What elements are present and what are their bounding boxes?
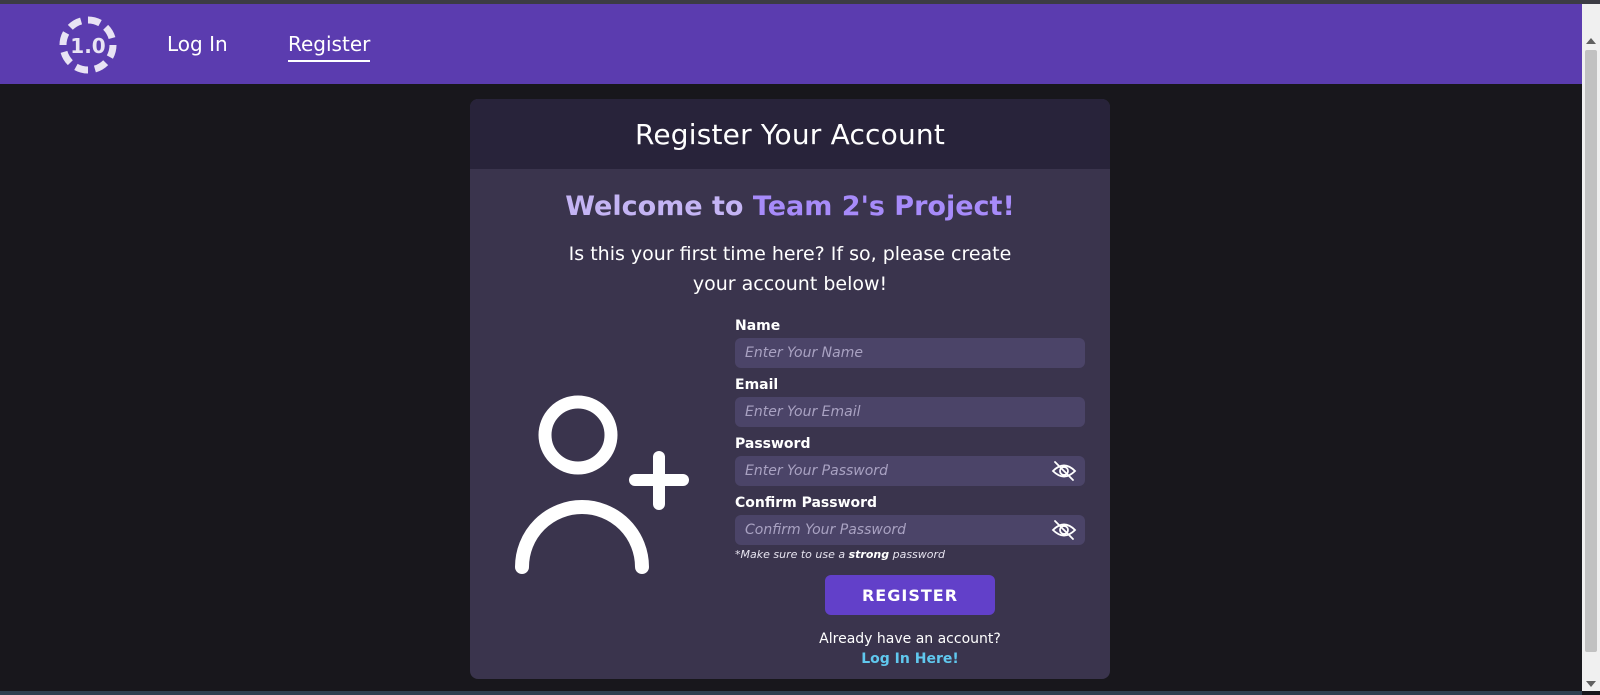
confirm-password-field-wrapper	[735, 515, 1085, 545]
hint-prefix: *Make sure to use a	[735, 548, 849, 561]
password-field-wrapper	[735, 456, 1085, 486]
hint-strong: strong	[848, 548, 890, 561]
confirm-password-input[interactable]	[735, 515, 1085, 545]
nav-link-register[interactable]: Register	[288, 32, 371, 62]
scroll-down-arrow-icon[interactable]	[1586, 681, 1596, 687]
register-card: Register Your Account Welcome to Team 2'…	[470, 99, 1110, 679]
welcome-prefix: Welcome to	[565, 191, 753, 222]
scroll-up-arrow-icon[interactable]	[1586, 38, 1596, 44]
email-field-wrapper	[735, 397, 1085, 427]
nav-link-login[interactable]: Log In	[167, 32, 228, 56]
eye-slash-icon[interactable]	[1051, 518, 1077, 542]
welcome-accent: Team 2's Project!	[752, 191, 1015, 222]
name-input[interactable]	[735, 338, 1085, 368]
password-hint: *Make sure to use a strong password	[735, 548, 1085, 561]
window-bottom-border	[0, 691, 1582, 695]
name-label: Name	[735, 318, 781, 334]
already-have-account-text: Already have an account?	[819, 631, 1001, 647]
welcome-heading: Welcome to Team 2's Project!	[470, 191, 1110, 222]
page-title: Register Your Account	[634, 117, 946, 151]
name-field-wrapper	[735, 338, 1085, 368]
scroll-thumb[interactable]	[1585, 50, 1597, 652]
eye-slash-icon[interactable]	[1051, 459, 1077, 483]
version-logo-icon[interactable]: 1.0	[58, 15, 118, 75]
email-input[interactable]	[735, 397, 1085, 427]
hint-suffix: password	[889, 548, 946, 561]
login-here-link[interactable]: Log In Here!	[780, 651, 1040, 667]
email-label: Email	[735, 377, 779, 393]
page-scrollbar[interactable]	[1582, 4, 1600, 691]
register-button[interactable]: REGISTER	[825, 575, 995, 615]
top-navbar: 1.0 Log In Register	[0, 4, 1582, 84]
logo-text: 1.0	[70, 34, 105, 58]
card-header: Register Your Account	[470, 99, 1110, 169]
password-label: Password	[735, 436, 811, 452]
intro-text: Is this your first time here? If so, ple…	[568, 243, 1012, 295]
user-plus-icon	[515, 395, 689, 574]
confirm-password-label: Confirm Password	[735, 495, 878, 511]
register-form: Name Email Password Confirm Password	[735, 317, 1085, 561]
password-input[interactable]	[735, 456, 1085, 486]
